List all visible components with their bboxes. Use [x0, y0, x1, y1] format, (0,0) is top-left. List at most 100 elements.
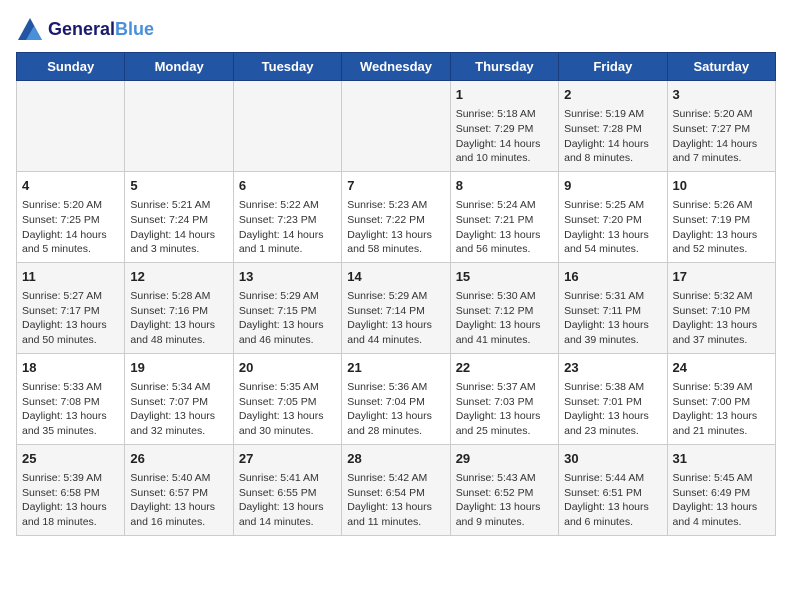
day-cell: 2 Sunrise: 5:19 AMSunset: 7:28 PMDaylight… [559, 81, 667, 172]
day-number: 1 [456, 86, 553, 104]
day-info: Sunrise: 5:31 AMSunset: 7:11 PMDaylight:… [564, 289, 661, 348]
day-number: 21 [347, 359, 444, 377]
day-number: 15 [456, 268, 553, 286]
day-cell: 30Sunrise: 5:44 AMSunset: 6:51 PMDayligh… [559, 444, 667, 535]
day-info: Sunrise: 5:33 AMSunset: 7:08 PMDaylight:… [22, 380, 119, 439]
day-number: 27 [239, 450, 336, 468]
day-info: Sunrise: 5:30 AMSunset: 7:12 PMDaylight:… [456, 289, 553, 348]
week-row-1: 1Sunrise: 5:18 AMSunset: 7:29 PMDaylight… [17, 81, 776, 172]
day-info: Sunrise: 5:19 AMSunset: 7:28 PMDaylight:… [564, 107, 661, 166]
day-number: 19 [130, 359, 227, 377]
weekday-header-tuesday: Tuesday [233, 53, 341, 81]
day-number: 12 [130, 268, 227, 286]
day-number: 9 [564, 177, 661, 195]
day-cell: 23Sunrise: 5:38 AMSunset: 7:01 PMDayligh… [559, 353, 667, 444]
day-cell: 13 Sunrise: 5:29 AMSunset: 7:15 PMDayligh… [233, 262, 341, 353]
day-cell: 16 Sunrise: 5:31 AMSunset: 7:11 PMDayligh… [559, 262, 667, 353]
day-number: 11 [22, 268, 119, 286]
day-info: Sunrise: 5:29 AMSunset: 7:15 PMDaylight:… [239, 289, 336, 348]
day-info: Sunrise: 5:20 AMSunset: 7:25 PMDaylight:… [22, 198, 119, 257]
day-cell: 15 Sunrise: 5:30 AMSunset: 7:12 PMDayligh… [450, 262, 558, 353]
day-cell: 9 Sunrise: 5:25 AMSunset: 7:20 PMDaylight… [559, 171, 667, 262]
day-info: Sunrise: 5:40 AMSunset: 6:57 PMDaylight:… [130, 471, 227, 530]
weekday-header-row: SundayMondayTuesdayWednesdayThursdayFrid… [17, 53, 776, 81]
day-info: Sunrise: 5:24 AMSunset: 7:21 PMDaylight:… [456, 198, 553, 257]
day-info: Sunrise: 5:44 AMSunset: 6:51 PMDaylight:… [564, 471, 661, 530]
weekday-header-wednesday: Wednesday [342, 53, 450, 81]
day-cell [17, 81, 125, 172]
day-info: Sunrise: 5:29 AMSunset: 7:14 PMDaylight:… [347, 289, 444, 348]
day-info: Sunrise: 5:25 AMSunset: 7:20 PMDaylight:… [564, 198, 661, 257]
logo-text: GeneralBlue [48, 20, 154, 40]
day-cell: 17 Sunrise: 5:32 AMSunset: 7:10 PMDayligh… [667, 262, 775, 353]
day-cell: 31 Sunrise: 5:45 AMSunset: 6:49 PMDayligh… [667, 444, 775, 535]
day-info: Sunrise: 5:36 AMSunset: 7:04 PMDaylight:… [347, 380, 444, 439]
day-cell: 26 Sunrise: 5:40 AMSunset: 6:57 PMDayligh… [125, 444, 233, 535]
day-number: 26 [130, 450, 227, 468]
day-cell [342, 81, 450, 172]
day-cell: 7 Sunrise: 5:23 AMSunset: 7:22 PMDaylight… [342, 171, 450, 262]
weekday-header-friday: Friday [559, 53, 667, 81]
day-cell [125, 81, 233, 172]
calendar-table: SundayMondayTuesdayWednesdayThursdayFrid… [16, 52, 776, 536]
day-cell [233, 81, 341, 172]
day-cell: 6 Sunrise: 5:22 AMSunset: 7:23 PMDaylight… [233, 171, 341, 262]
day-cell: 12 Sunrise: 5:28 AMSunset: 7:16 PMDayligh… [125, 262, 233, 353]
day-cell: 18 Sunrise: 5:33 AMSunset: 7:08 PMDayligh… [17, 353, 125, 444]
day-cell: 28 Sunrise: 5:42 AMSunset: 6:54 PMDayligh… [342, 444, 450, 535]
day-number: 18 [22, 359, 119, 377]
day-number: 6 [239, 177, 336, 195]
day-info: Sunrise: 5:43 AMSunset: 6:52 PMDaylight:… [456, 471, 553, 530]
logo: GeneralBlue [16, 16, 154, 44]
day-cell: 27Sunrise: 5:41 AMSunset: 6:55 PMDayligh… [233, 444, 341, 535]
day-info: Sunrise: 5:22 AMSunset: 7:23 PMDaylight:… [239, 198, 336, 257]
week-row-4: 18 Sunrise: 5:33 AMSunset: 7:08 PMDayligh… [17, 353, 776, 444]
weekday-header-monday: Monday [125, 53, 233, 81]
day-cell: 21 Sunrise: 5:36 AMSunset: 7:04 PMDayligh… [342, 353, 450, 444]
day-info: Sunrise: 5:28 AMSunset: 7:16 PMDaylight:… [130, 289, 227, 348]
day-info: Sunrise: 5:23 AMSunset: 7:22 PMDaylight:… [347, 198, 444, 257]
day-cell: 24 Sunrise: 5:39 AMSunset: 7:00 PMDayligh… [667, 353, 775, 444]
calendar-body: 1Sunrise: 5:18 AMSunset: 7:29 PMDaylight… [17, 81, 776, 536]
day-cell: 4Sunrise: 5:20 AMSunset: 7:25 PMDaylight… [17, 171, 125, 262]
day-info: Sunrise: 5:26 AMSunset: 7:19 PMDaylight:… [673, 198, 770, 257]
day-number: 31 [673, 450, 770, 468]
day-cell: 14Sunrise: 5:29 AMSunset: 7:14 PMDayligh… [342, 262, 450, 353]
day-number: 17 [673, 268, 770, 286]
day-info: Sunrise: 5:45 AMSunset: 6:49 PMDaylight:… [673, 471, 770, 530]
day-cell: 8 Sunrise: 5:24 AMSunset: 7:21 PMDaylight… [450, 171, 558, 262]
day-cell: 5 Sunrise: 5:21 AMSunset: 7:24 PMDaylight… [125, 171, 233, 262]
day-number: 25 [22, 450, 119, 468]
day-info: Sunrise: 5:42 AMSunset: 6:54 PMDaylight:… [347, 471, 444, 530]
day-number: 7 [347, 177, 444, 195]
week-row-2: 4Sunrise: 5:20 AMSunset: 7:25 PMDaylight… [17, 171, 776, 262]
day-info: Sunrise: 5:27 AMSunset: 7:17 PMDaylight:… [22, 289, 119, 348]
weekday-header-thursday: Thursday [450, 53, 558, 81]
day-info: Sunrise: 5:39 AMSunset: 7:00 PMDaylight:… [673, 380, 770, 439]
day-number: 3 [673, 86, 770, 104]
day-info: Sunrise: 5:39 AMSunset: 6:58 PMDaylight:… [22, 471, 119, 530]
day-number: 24 [673, 359, 770, 377]
day-cell: 10 Sunrise: 5:26 AMSunset: 7:19 PMDayligh… [667, 171, 775, 262]
day-cell: 29Sunrise: 5:43 AMSunset: 6:52 PMDayligh… [450, 444, 558, 535]
day-number: 8 [456, 177, 553, 195]
day-number: 13 [239, 268, 336, 286]
day-number: 28 [347, 450, 444, 468]
day-cell: 22Sunrise: 5:37 AMSunset: 7:03 PMDayligh… [450, 353, 558, 444]
page-header: GeneralBlue [16, 16, 776, 44]
logo-icon [16, 16, 44, 44]
day-info: Sunrise: 5:38 AMSunset: 7:01 PMDaylight:… [564, 380, 661, 439]
day-number: 10 [673, 177, 770, 195]
day-number: 16 [564, 268, 661, 286]
day-info: Sunrise: 5:37 AMSunset: 7:03 PMDaylight:… [456, 380, 553, 439]
week-row-3: 11 Sunrise: 5:27 AMSunset: 7:17 PMDayligh… [17, 262, 776, 353]
day-info: Sunrise: 5:35 AMSunset: 7:05 PMDaylight:… [239, 380, 336, 439]
day-info: Sunrise: 5:20 AMSunset: 7:27 PMDaylight:… [673, 107, 770, 166]
weekday-header-saturday: Saturday [667, 53, 775, 81]
day-number: 5 [130, 177, 227, 195]
day-info: Sunrise: 5:21 AMSunset: 7:24 PMDaylight:… [130, 198, 227, 257]
day-info: Sunrise: 5:32 AMSunset: 7:10 PMDaylight:… [673, 289, 770, 348]
day-number: 20 [239, 359, 336, 377]
week-row-5: 25 Sunrise: 5:39 AMSunset: 6:58 PMDayligh… [17, 444, 776, 535]
day-number: 2 [564, 86, 661, 104]
